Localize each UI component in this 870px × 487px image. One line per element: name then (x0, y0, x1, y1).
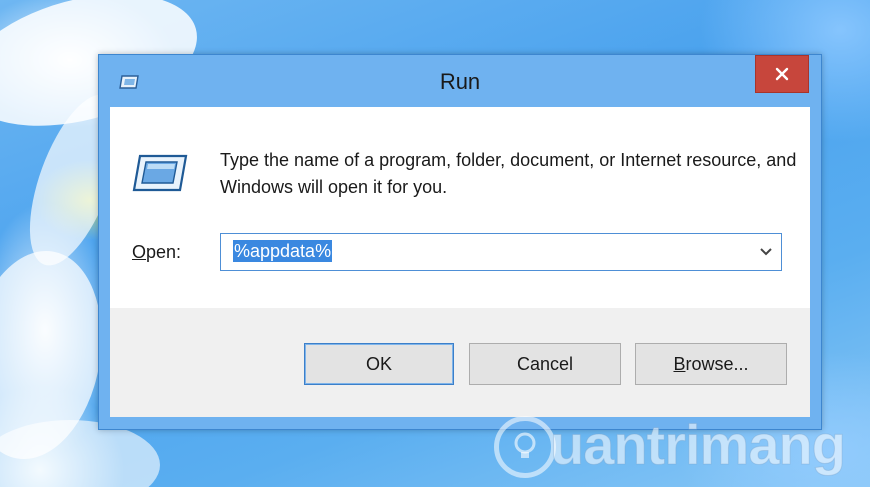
cancel-button[interactable]: Cancel (469, 343, 621, 385)
chevron-down-icon[interactable] (759, 246, 773, 258)
open-input-value[interactable]: %appdata% (233, 240, 333, 262)
watermark-logo (494, 416, 556, 478)
browse-access-key: B (673, 353, 686, 374)
title-bar[interactable]: Run (99, 55, 821, 107)
watermark-text: uantrimang (550, 413, 847, 477)
description-text: Type the name of a program, folder, docu… (220, 150, 797, 197)
flower-petal (0, 420, 160, 487)
open-label: Open: (132, 242, 181, 263)
browse-label-rest: rowse... (685, 353, 749, 374)
close-button[interactable] (755, 55, 809, 93)
window-title: Run (439, 69, 481, 94)
open-label-rest: pen: (146, 242, 182, 262)
desktop-background: Run Type the name of a program, folder, … (0, 0, 870, 487)
run-dialog: Run Type the name of a program, folder, … (98, 54, 822, 430)
ok-button[interactable]: OK (304, 343, 454, 385)
open-label-access-key: O (132, 242, 147, 262)
run-icon (132, 154, 188, 192)
open-combobox[interactable]: %appdata% (220, 233, 782, 271)
watermark: uantrimang (494, 412, 864, 486)
close-icon (775, 67, 789, 81)
dialog-client-area: Type the name of a program, folder, docu… (110, 107, 810, 417)
lightbulb-icon (514, 432, 536, 458)
browse-button[interactable]: Browse... (635, 343, 787, 385)
